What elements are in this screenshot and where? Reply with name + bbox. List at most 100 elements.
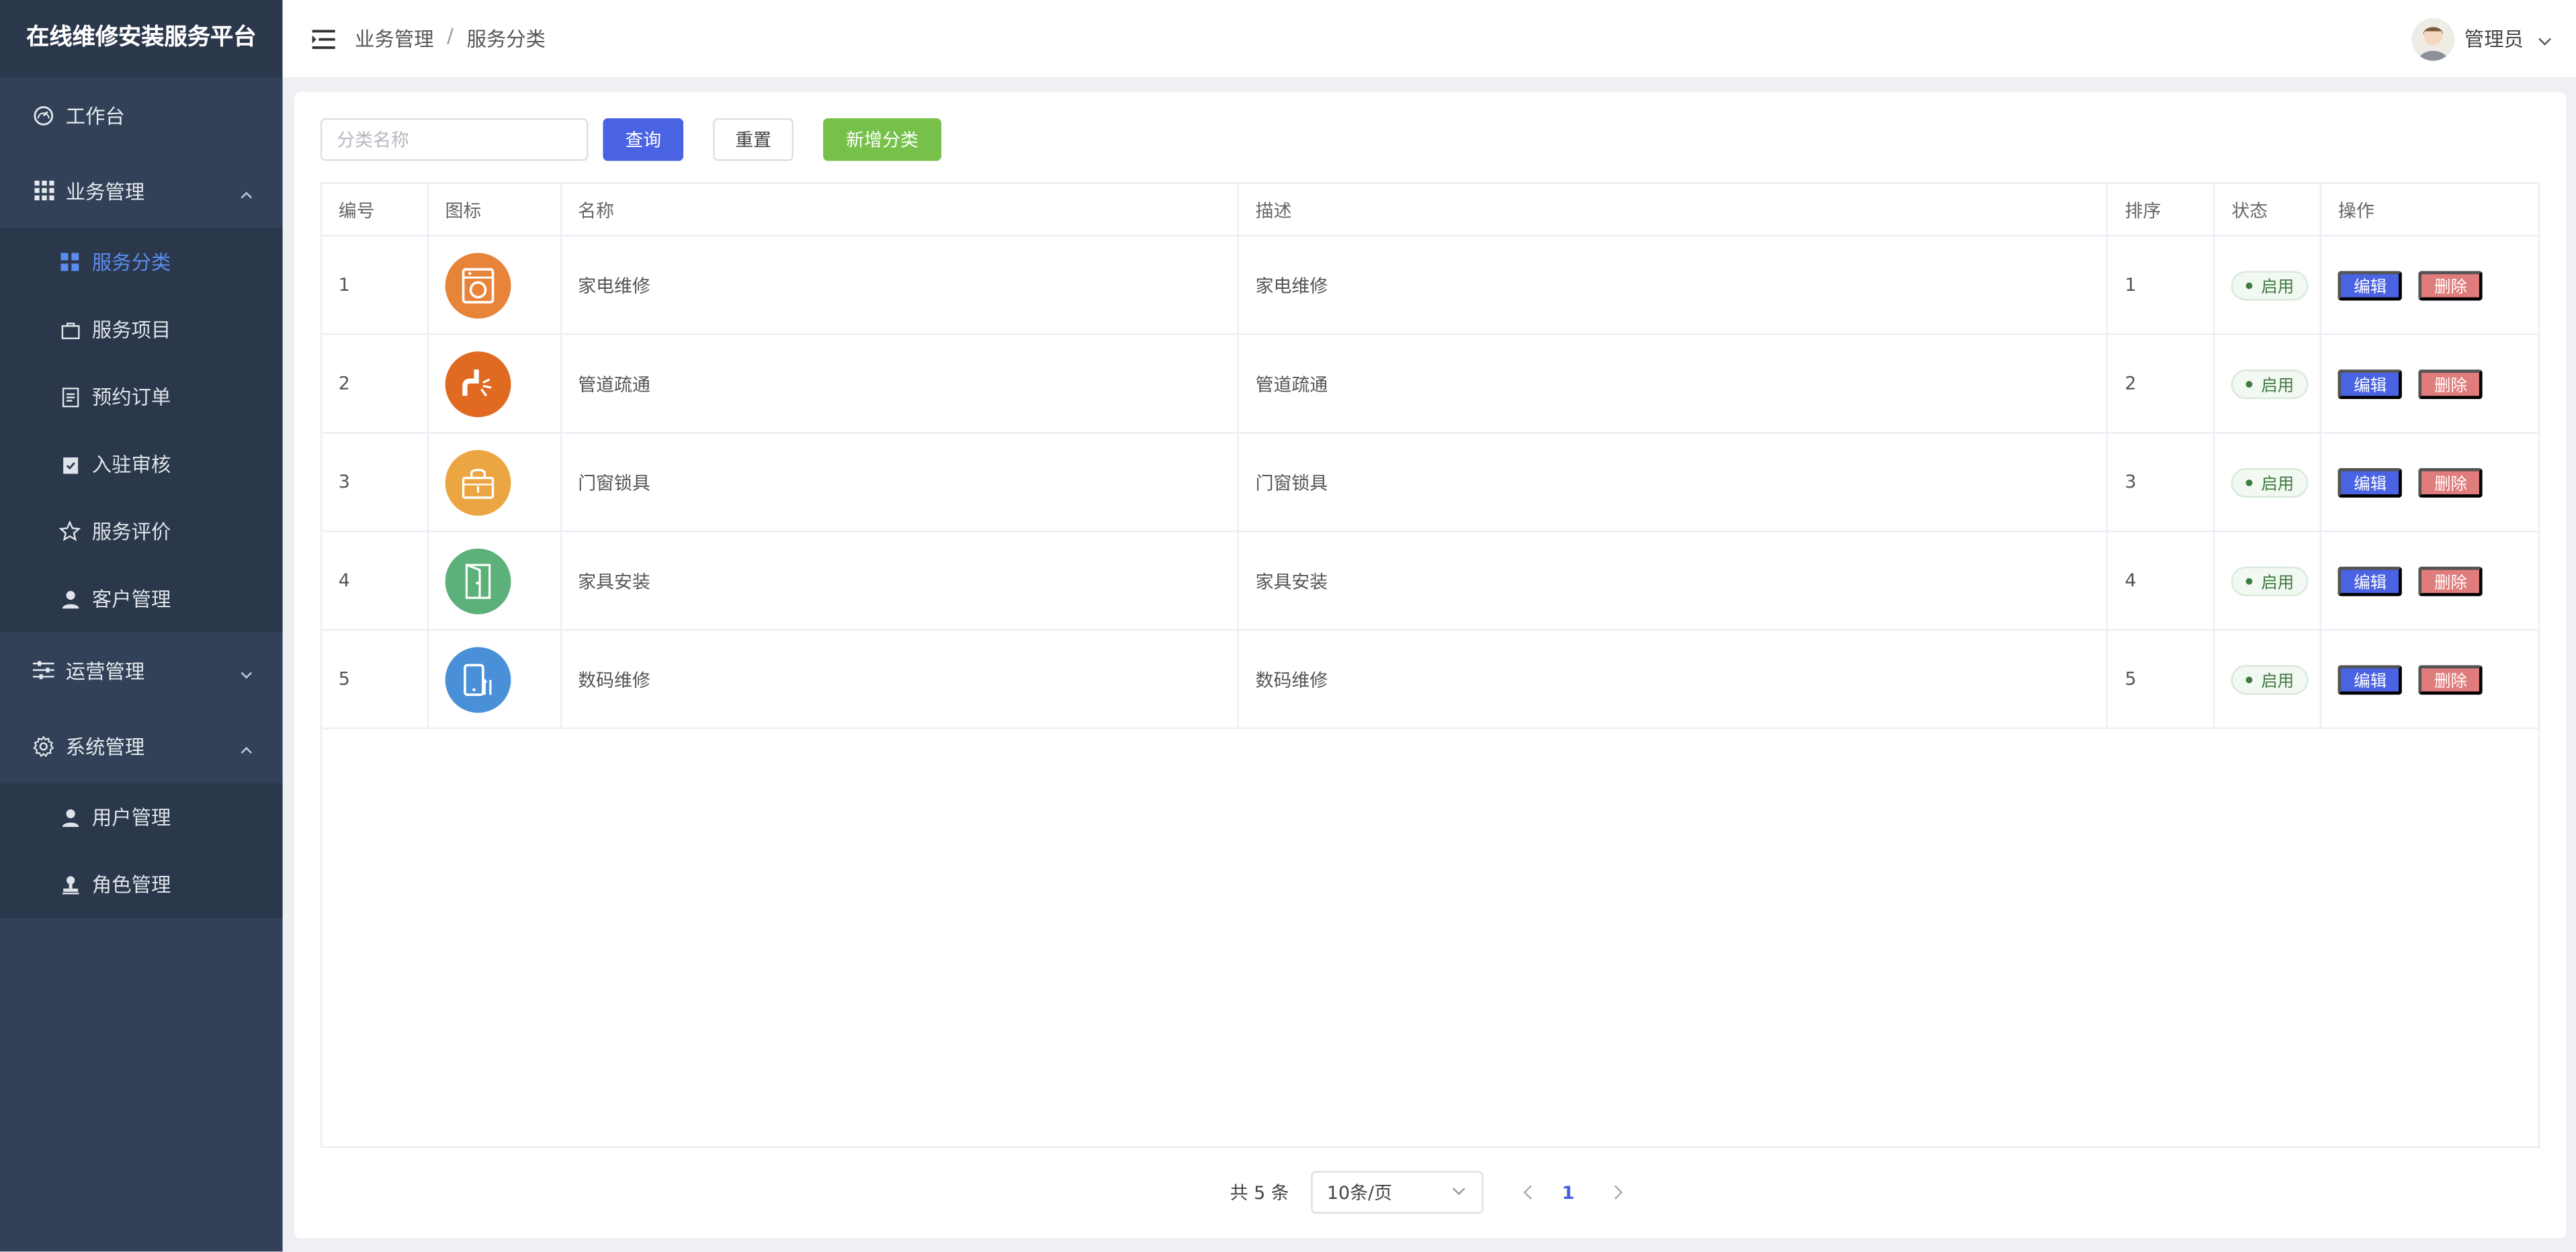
sidebar-label: 服务项目: [91, 318, 171, 342]
cell-status: 启用: [2215, 630, 2322, 728]
column-header: 排序: [2108, 183, 2215, 235]
pagination-total: 共 5 条: [1230, 1182, 1289, 1204]
sidebar-label: 服务评价: [91, 521, 171, 544]
breadcrumb-separator: /: [447, 24, 454, 48]
cell-actions: 编辑 删除: [2322, 631, 2538, 727]
breadcrumb-item-current: 服务分类: [466, 28, 546, 51]
sidebar-item-service-category[interactable]: 服务分类: [0, 228, 283, 296]
cell-status: 启用: [2215, 433, 2322, 531]
sidebar-item-entry-review[interactable]: 入驻审核: [0, 431, 283, 498]
delete-button[interactable]: 删除: [2418, 270, 2483, 300]
pagination: 共 5 条 10条/页 1: [294, 1171, 2567, 1214]
sidebar-item-booking-order[interactable]: 预约订单: [0, 363, 283, 430]
edit-button[interactable]: 编辑: [2338, 566, 2403, 596]
cell-sort: 2: [2108, 334, 2215, 433]
brand-title: 在线维修安装服务平台: [0, 0, 283, 77]
edit-button[interactable]: 编辑: [2338, 664, 2403, 695]
category-table: 编号 图标 名称 描述 排序 状态 操作 1 家电维修 家电维修 1 启用 编辑…: [320, 182, 2540, 1149]
reset-button[interactable]: 重置: [713, 118, 794, 161]
table-header: 编号 图标 名称 描述 排序 状态 操作: [322, 183, 2538, 237]
cell-sort: 3: [2108, 433, 2215, 531]
table-row: 4 家具安装 家具安装 4 启用 编辑 删除: [322, 532, 2538, 631]
cell-actions: 编辑 删除: [2322, 434, 2538, 531]
sidebar-label: 系统管理: [65, 735, 145, 758]
cell-actions: 编辑 删除: [2322, 532, 2538, 629]
cell-status: 启用: [2215, 334, 2322, 433]
next-page-icon[interactable]: [1607, 1181, 1630, 1204]
breadcrumb-item[interactable]: 业务管理: [355, 25, 433, 53]
sidebar: 在线维修安装服务平台 工作台 业务管理 服务分类 服务项目 预约订单 入驻审核 …: [0, 0, 283, 1252]
stamp-icon: [59, 874, 81, 895]
menu-collapse-icon[interactable]: [312, 29, 335, 48]
star-icon: [59, 521, 81, 542]
user-icon: [59, 588, 81, 609]
edit-button[interactable]: 编辑: [2338, 467, 2403, 497]
sidebar-item-service-project[interactable]: 服务项目: [0, 296, 283, 363]
sidebar-item-service-review[interactable]: 服务评价: [0, 498, 283, 565]
main-panel: 查询 重置 新增分类 编号 图标 名称 描述 排序 状态 操作 1: [294, 91, 2567, 1239]
cell-name: 门窗锁具: [562, 433, 1240, 531]
chevron-down-icon: [1450, 1181, 1466, 1203]
query-button[interactable]: 查询: [603, 118, 684, 161]
cell-desc: 管道疏通: [1239, 334, 2109, 433]
sidebar-label: 运营管理: [65, 659, 145, 682]
status-badge: 启用: [2231, 467, 2309, 497]
page-size-value: 10条/页: [1326, 1182, 1393, 1204]
status-badge: 启用: [2231, 270, 2309, 300]
cell-icon: [429, 433, 562, 531]
cell-icon: [429, 334, 562, 433]
sidebar-group-system[interactable]: 系统管理: [0, 708, 283, 783]
cell-desc: 数码维修: [1239, 630, 2109, 728]
cell-sort: 1: [2108, 236, 2215, 334]
sidebar-group-business[interactable]: 业务管理: [0, 152, 283, 228]
cell-desc: 家电维修: [1239, 236, 2109, 334]
sidebar-item-user-management[interactable]: 用户管理: [0, 783, 283, 850]
sidebar-item-workbench[interactable]: 工作台: [0, 77, 283, 152]
cell-sort: 4: [2108, 532, 2215, 629]
add-category-button[interactable]: 新增分类: [823, 118, 942, 161]
cell-sort: 5: [2108, 630, 2215, 728]
washing-machine-icon: [445, 252, 511, 318]
toolbar: 查询 重置 新增分类: [320, 118, 942, 161]
chevron-up-icon: [240, 184, 253, 199]
avatar: [2411, 17, 2455, 60]
cell-id: 2: [322, 334, 429, 433]
cell-name: 家电维修: [562, 236, 1240, 334]
cell-status: 启用: [2215, 532, 2322, 629]
sidebar-label: 客户管理: [91, 588, 171, 611]
cell-name: 家具安装: [562, 532, 1240, 629]
delete-button[interactable]: 删除: [2418, 368, 2483, 398]
cell-icon: [429, 532, 562, 629]
delete-button[interactable]: 删除: [2418, 566, 2483, 596]
column-header: 操作: [2338, 199, 2374, 221]
edit-button[interactable]: 编辑: [2338, 270, 2403, 300]
user-menu[interactable]: 管理员: [2411, 0, 2553, 77]
column-header: 描述: [1239, 183, 2109, 235]
breadcrumb: 业务管理 / 服务分类: [355, 25, 546, 53]
page-number-current[interactable]: 1: [1562, 1181, 1575, 1203]
sliders-icon: [32, 660, 54, 681]
user-icon: [59, 807, 81, 828]
cell-actions: 编辑 删除: [2322, 335, 2538, 432]
cell-id: 4: [322, 532, 429, 629]
cell-id: 5: [322, 630, 429, 728]
table-row: 1 家电维修 家电维修 1 启用 编辑 删除: [322, 236, 2538, 335]
column-header: 图标: [429, 183, 562, 235]
sidebar-label: 用户管理: [91, 806, 171, 830]
category-name-input[interactable]: [320, 118, 589, 161]
sidebar-item-role-management[interactable]: 角色管理: [0, 851, 283, 918]
sidebar-label: 业务管理: [65, 179, 145, 203]
prev-page-icon[interactable]: [1516, 1181, 1539, 1204]
cell-name: 数码维修: [562, 630, 1240, 728]
sidebar-group-operations[interactable]: 运营管理: [0, 632, 283, 707]
edit-button[interactable]: 编辑: [2338, 368, 2403, 398]
top-header: 业务管理 / 服务分类 管理员: [282, 0, 2576, 77]
user-name: 管理员: [2464, 28, 2524, 51]
status-badge: 启用: [2231, 368, 2309, 398]
delete-button[interactable]: 删除: [2418, 664, 2483, 695]
cell-desc: 家具安装: [1239, 532, 2109, 629]
page-size-select[interactable]: 10条/页: [1310, 1171, 1484, 1214]
cell-id: 1: [322, 236, 429, 334]
sidebar-item-customer-management[interactable]: 客户管理: [0, 565, 283, 632]
delete-button[interactable]: 删除: [2418, 467, 2483, 497]
